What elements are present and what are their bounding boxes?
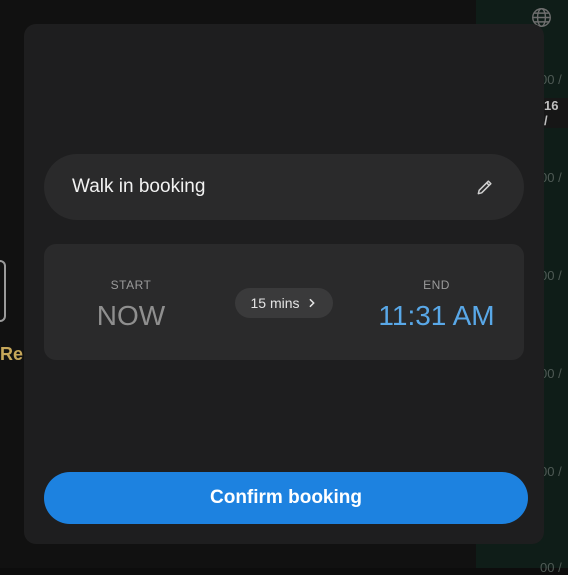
background-card-fragment [0,260,6,322]
pencil-icon[interactable] [474,176,496,198]
duration-button[interactable]: 15 mins [235,288,333,318]
chevron-right-icon [308,298,318,308]
duration-label: 15 mins [250,295,300,311]
booking-title-field[interactable]: Walk in booking [44,154,524,220]
calendar-current-time-label: 16 / [540,98,568,128]
booking-time-card: START NOW 15 mins END 11:31 AM [44,244,524,360]
background-text-fragment: Rep [0,344,24,364]
start-label: START [110,278,152,292]
end-value[interactable]: 11:31 AM [364,300,509,332]
confirm-booking-button[interactable]: Confirm booking [44,472,528,524]
booking-title-text: Walk in booking [72,176,206,197]
start-value: NOW [96,300,166,331]
booking-modal: Walk in booking START NOW 15 mins END 11… [24,24,544,544]
start-time-block: START NOW [76,278,186,332]
end-time-block: END 11:31 AM [364,278,509,332]
end-label: END [423,278,450,292]
